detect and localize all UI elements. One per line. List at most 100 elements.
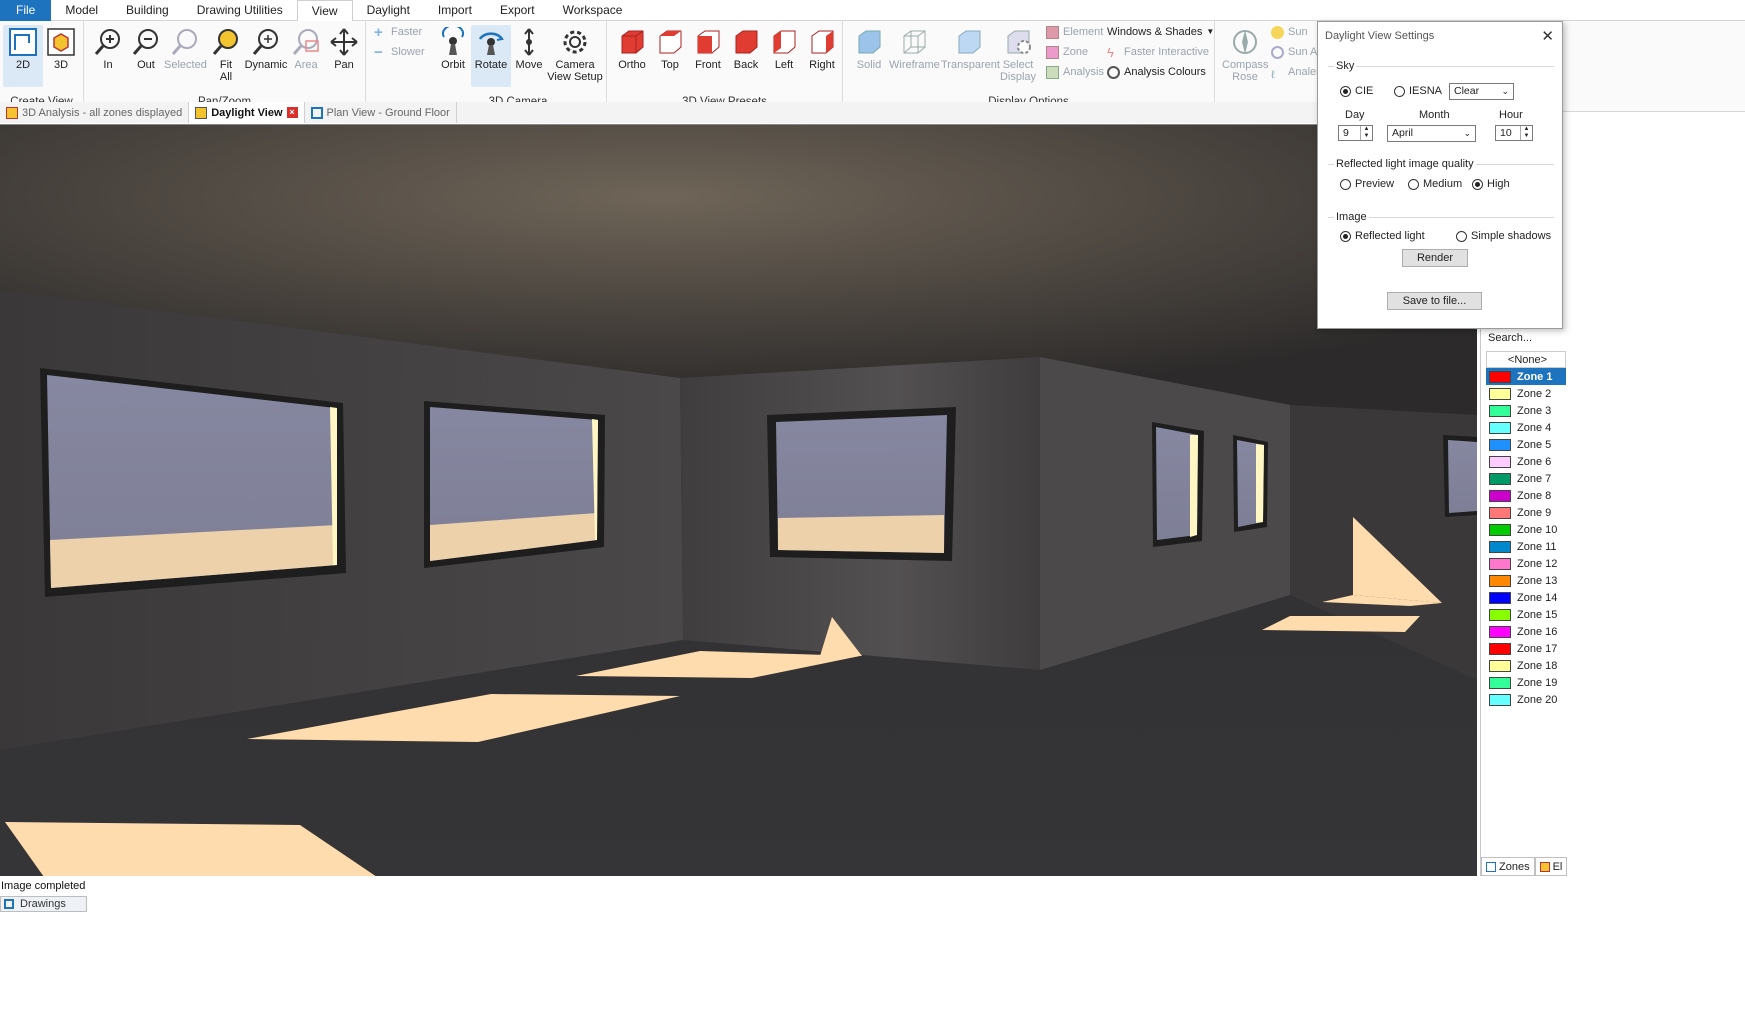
menu-import[interactable]: Import bbox=[424, 0, 486, 21]
render-button[interactable]: Render bbox=[1402, 249, 1468, 267]
spin-arrows-icon[interactable]: ▲ ▼ bbox=[1360, 126, 1372, 140]
zone-list-item[interactable]: Zone 9 bbox=[1486, 504, 1566, 521]
simple-shadows-radio[interactable]: Simple shadows bbox=[1456, 230, 1551, 242]
menu-daylight[interactable]: Daylight bbox=[353, 0, 424, 21]
zone-list-item[interactable]: Zone 10 bbox=[1486, 521, 1566, 538]
zone-list-item[interactable]: Zone 16 bbox=[1486, 623, 1566, 640]
zone-list-item[interactable]: Zone 14 bbox=[1486, 589, 1566, 606]
close-icon[interactable]: ✕ bbox=[1541, 27, 1554, 45]
solid-button[interactable]: Solid bbox=[849, 25, 889, 87]
zoom-dynamic-button[interactable]: Dynamic bbox=[244, 25, 288, 87]
close-tab-icon[interactable]: × bbox=[286, 107, 298, 118]
analysis-toggle[interactable]: Analysis bbox=[1046, 63, 1104, 81]
top-view-button[interactable]: Top bbox=[650, 25, 690, 87]
sky-type-select[interactable]: Clear ⌄ bbox=[1449, 83, 1514, 100]
zoom-in-button[interactable]: In bbox=[88, 25, 128, 87]
day-spinner[interactable]: 9 ▲ ▼ bbox=[1338, 125, 1373, 141]
camera-setup-label-2: View Setup bbox=[547, 71, 603, 83]
preview-radio[interactable]: Preview bbox=[1340, 178, 1394, 190]
tab-3d-analysis-label: 3D Analysis - all zones displayed bbox=[22, 106, 183, 119]
menu-model[interactable]: Model bbox=[51, 0, 112, 21]
view-2d-button[interactable]: 2D bbox=[3, 25, 43, 87]
zone-list-item[interactable]: Zone 18 bbox=[1486, 657, 1566, 674]
zone-color-swatch bbox=[1489, 608, 1511, 621]
right-view-button[interactable]: Right bbox=[802, 25, 842, 87]
iesna-radio[interactable]: IESNA bbox=[1394, 85, 1442, 97]
compass-rose-button[interactable]: Compass Rose bbox=[1222, 25, 1268, 87]
zone-list-item[interactable]: Zone 8 bbox=[1486, 487, 1566, 504]
front-view-button[interactable]: Front bbox=[688, 25, 728, 87]
sun-toggle[interactable]: Sun bbox=[1271, 23, 1308, 41]
dialog-title: Daylight View Settings bbox=[1325, 30, 1435, 42]
ortho-button[interactable]: Ortho bbox=[612, 25, 652, 87]
menu-file[interactable]: File bbox=[0, 0, 52, 21]
cie-radio[interactable]: CIE bbox=[1340, 85, 1373, 97]
zone-toggle[interactable]: Zone bbox=[1046, 43, 1088, 61]
menu-drawing-utilities[interactable]: Drawing Utilities bbox=[183, 0, 297, 21]
tab-plan-view[interactable]: Plan View - Ground Floor bbox=[305, 102, 457, 123]
zone-list-item[interactable]: Zone 11 bbox=[1486, 538, 1566, 555]
zone-list-item[interactable]: Zone 20 bbox=[1486, 691, 1566, 708]
menu-workspace[interactable]: Workspace bbox=[549, 0, 637, 21]
zone-none-item[interactable]: <None> bbox=[1486, 351, 1566, 368]
analer-toggle[interactable]: ℓ Analer bbox=[1271, 63, 1320, 81]
camera-view-setup-button[interactable]: Camera View Setup bbox=[547, 25, 603, 87]
zone-search-input[interactable]: Search... bbox=[1486, 329, 1745, 347]
zoom-area-button[interactable]: Area bbox=[286, 25, 326, 87]
faster-interactive-toggle[interactable]: ϟ Faster Interactive bbox=[1107, 43, 1209, 61]
tab-daylight-view[interactable]: Daylight View × bbox=[189, 102, 305, 123]
transparent-button[interactable]: Transparent bbox=[941, 25, 1000, 87]
tab-elements[interactable]: El bbox=[1534, 857, 1568, 876]
back-view-button[interactable]: Back bbox=[726, 25, 766, 87]
menu-building[interactable]: Building bbox=[112, 0, 183, 21]
camera-setup-label-1: Camera bbox=[555, 59, 595, 71]
tab-drawings[interactable]: Drawings bbox=[0, 896, 87, 912]
view-3d-button[interactable]: 3D bbox=[41, 25, 81, 87]
menu-view[interactable]: View bbox=[296, 0, 353, 22]
plan-2d-icon bbox=[310, 106, 323, 119]
menu-export[interactable]: Export bbox=[486, 0, 549, 21]
sun-a-toggle[interactable]: Sun A bbox=[1271, 43, 1317, 61]
sky-legend: Sky bbox=[1334, 60, 1357, 72]
reflected-light-radio[interactable]: Reflected light bbox=[1340, 230, 1425, 242]
zone-list-item[interactable]: Zone 19 bbox=[1486, 674, 1566, 691]
zone-list-item[interactable]: Zone 15 bbox=[1486, 606, 1566, 623]
zone-list-item[interactable]: Zone 5 bbox=[1486, 436, 1566, 453]
tab-zones[interactable]: Zones bbox=[1481, 857, 1535, 876]
rotate-button[interactable]: Rotate bbox=[471, 25, 511, 87]
zoom-out-label: Out bbox=[137, 59, 155, 71]
zone-color-swatch bbox=[1489, 472, 1511, 485]
zone-list-item[interactable]: Zone 7 bbox=[1486, 470, 1566, 487]
zone-list-item[interactable]: Zone 1 bbox=[1486, 368, 1566, 385]
orbit-button[interactable]: Orbit bbox=[433, 25, 473, 87]
slower-button[interactable]: − Slower bbox=[374, 43, 425, 61]
zone-list-item[interactable]: Zone 12 bbox=[1486, 555, 1566, 572]
analysis-colours-button[interactable]: Analysis Colours bbox=[1107, 63, 1206, 81]
zone-list-item[interactable]: Zone 17 bbox=[1486, 640, 1566, 657]
medium-radio[interactable]: Medium bbox=[1408, 178, 1462, 190]
zone-list-item[interactable]: Zone 4 bbox=[1486, 419, 1566, 436]
wireframe-button[interactable]: Wireframe bbox=[889, 25, 940, 87]
high-radio[interactable]: High bbox=[1472, 178, 1510, 190]
left-view-button[interactable]: Left bbox=[764, 25, 804, 87]
move-button[interactable]: Move bbox=[509, 25, 549, 87]
zone-list-item[interactable]: Zone 13 bbox=[1486, 572, 1566, 589]
zone-list-item[interactable]: Zone 3 bbox=[1486, 402, 1566, 419]
pan-button[interactable]: Pan bbox=[324, 25, 364, 87]
select-display-button[interactable]: Select Display bbox=[998, 25, 1038, 87]
fit-all-button[interactable]: Fit All bbox=[206, 25, 246, 87]
zone-list-item[interactable]: Zone 2 bbox=[1486, 385, 1566, 402]
element-toggle[interactable]: Element bbox=[1046, 23, 1103, 41]
zone-list-item[interactable]: Zone 6 bbox=[1486, 453, 1566, 470]
daylight-3d-viewport[interactable] bbox=[0, 124, 1477, 876]
faster-button[interactable]: + Faster bbox=[374, 23, 422, 41]
zoom-selected-button[interactable]: Selected bbox=[164, 25, 207, 87]
spin-arrows-icon[interactable]: ▲ ▼ bbox=[1520, 126, 1532, 140]
month-select[interactable]: April ⌄ bbox=[1387, 125, 1476, 142]
tab-3d-analysis[interactable]: 3D Analysis - all zones displayed bbox=[0, 102, 190, 123]
hour-spinner[interactable]: 10 ▲ ▼ bbox=[1495, 125, 1533, 141]
windows-shades-dropdown[interactable]: Windows & Shades ▼ bbox=[1107, 23, 1214, 41]
zone-name: Zone 13 bbox=[1517, 574, 1558, 587]
save-to-file-button[interactable]: Save to file... bbox=[1387, 292, 1482, 310]
zoom-out-button[interactable]: Out bbox=[126, 25, 166, 87]
